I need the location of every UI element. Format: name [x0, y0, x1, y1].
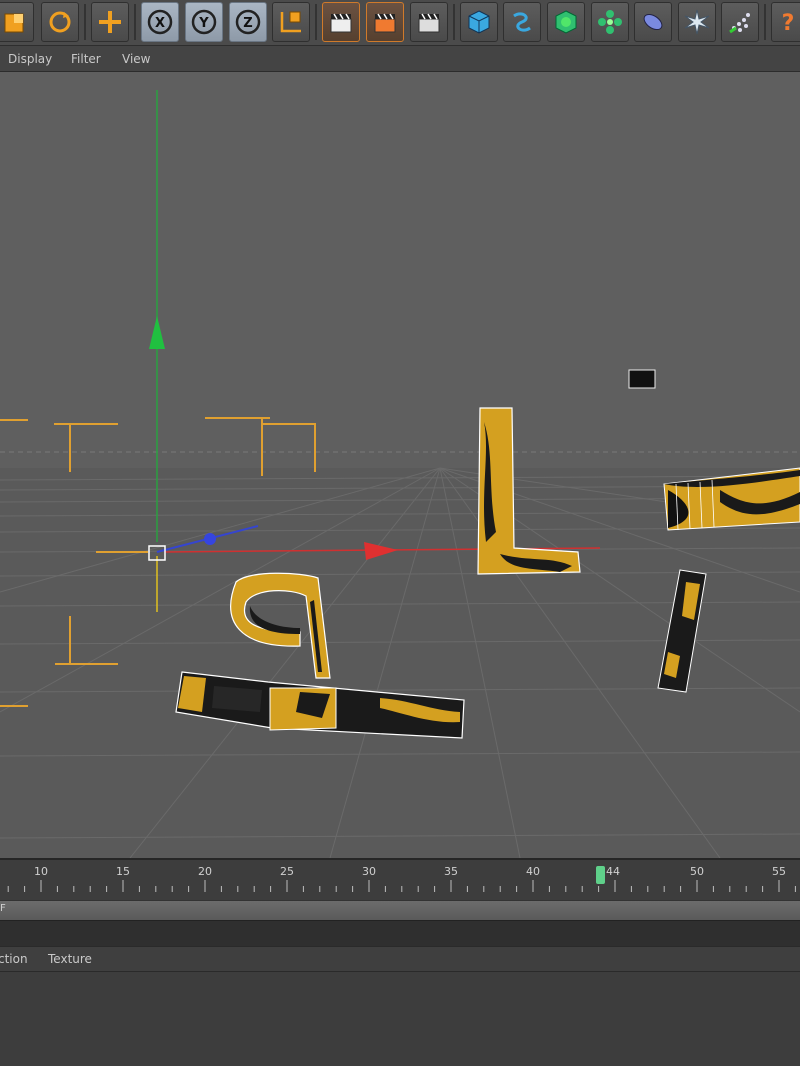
scale-icon	[4, 13, 24, 33]
timeline-tick-label: 15	[116, 865, 130, 878]
main-toolbar: X Y Z ?	[0, 0, 800, 46]
particle-emitter-button[interactable]	[721, 2, 759, 42]
deformer-button[interactable]	[634, 2, 672, 42]
y-axis-label: Y	[198, 16, 209, 31]
timeline-tick-label: 35	[444, 865, 458, 878]
small-cube-object[interactable]	[628, 369, 656, 389]
subdivision-icon	[555, 10, 577, 34]
array-icon	[598, 10, 622, 34]
coordinate-system-button[interactable]	[272, 2, 310, 42]
timeline-tick-label: 50	[690, 865, 704, 878]
z-axis-lock-button[interactable]: Z	[229, 2, 267, 42]
z-axis-icon: Z	[235, 9, 261, 35]
frame-range-bar[interactable]: F	[0, 900, 800, 920]
menu-display[interactable]: Display	[8, 52, 52, 66]
render-to-picture-viewer-button[interactable]	[366, 2, 404, 42]
y-axis-icon: Y	[191, 9, 217, 35]
timeline-tick-label: 55	[772, 865, 786, 878]
cinema4d-window: X Y Z ? Display Filter View 10 15 20 25 …	[0, 0, 800, 1066]
timeline-tick-label: 20	[198, 865, 212, 878]
subdivision-surface-button[interactable]	[547, 2, 585, 42]
rotate-tool-button[interactable]	[41, 2, 79, 42]
bend-deformer-icon	[643, 13, 663, 31]
create-tool-button[interactable]	[91, 2, 129, 42]
timeline-tick-label: 25	[280, 865, 294, 878]
timeline-tick-label: 30	[362, 865, 376, 878]
x-axis-label: X	[155, 16, 165, 31]
rotate-icon	[49, 11, 71, 33]
scale-tool-button[interactable]	[0, 2, 34, 42]
timeline-tick-label: 40	[526, 865, 540, 878]
frame-range-label: F	[0, 903, 6, 914]
cube-icon	[468, 10, 490, 34]
panel-separator	[0, 920, 800, 946]
clapboard-render-icon	[374, 13, 396, 33]
plus-icon	[99, 11, 121, 33]
3d-viewport[interactable]	[0, 72, 800, 858]
spline-tool-button[interactable]	[503, 2, 541, 42]
cube-object-button[interactable]	[460, 2, 498, 42]
clapboard-icon	[330, 13, 352, 33]
menu-view[interactable]: View	[122, 52, 150, 66]
timeline-playhead[interactable]	[596, 866, 605, 884]
z-axis-label: Z	[243, 16, 252, 31]
attribute-tabs: ction Texture	[0, 946, 800, 972]
y-axis-lock-button[interactable]: Y	[185, 2, 223, 42]
current-frame-label: 44	[606, 865, 620, 878]
x-axis-icon: X	[147, 9, 173, 35]
animation-timeline[interactable]: 10 15 20 25 30 35 40 50 55 44	[0, 858, 800, 900]
help-icon: ?	[782, 11, 795, 36]
menu-filter[interactable]: Filter	[71, 52, 101, 66]
explosion-icon	[684, 9, 710, 35]
timeline-tick-label: 10	[34, 865, 48, 878]
y-axis-handle[interactable]	[149, 316, 165, 349]
z-axis-handle[interactable]	[204, 533, 216, 545]
scene-environment-button[interactable]	[678, 2, 716, 42]
x-axis-lock-button[interactable]: X	[141, 2, 179, 42]
tab-selection[interactable]: ction	[0, 952, 28, 966]
tab-texture[interactable]: Texture	[48, 952, 92, 966]
array-object-button[interactable]	[591, 2, 629, 42]
particles-icon	[729, 13, 750, 34]
render-settings-button[interactable]	[410, 2, 448, 42]
help-button[interactable]: ?	[771, 2, 800, 42]
help-label: ?	[782, 11, 795, 36]
spline-icon	[513, 12, 531, 32]
world-coordinates-icon	[280, 11, 301, 33]
render-view-button[interactable]	[322, 2, 360, 42]
attribute-panel	[0, 972, 800, 1066]
viewport-menubar: Display Filter View	[0, 46, 800, 72]
viewport-scene	[0, 90, 800, 858]
clapboard-settings-icon	[418, 13, 440, 33]
timeline-ruler	[7, 880, 796, 892]
